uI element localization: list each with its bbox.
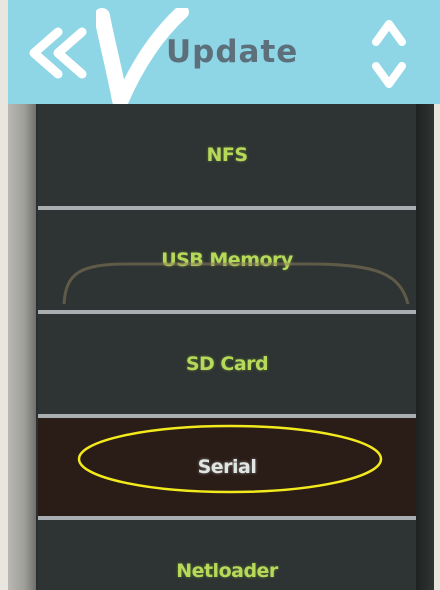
menu-item-sd-card[interactable]: SD Card bbox=[38, 314, 416, 418]
device-bezel-right bbox=[416, 104, 434, 590]
menu-item-usb-memory[interactable]: USB Memory bbox=[38, 210, 416, 314]
update-source-menu: NFS USB Memory SD Card Serial Netloader bbox=[38, 104, 416, 590]
screen-area: NFS USB Memory SD Card Serial Netloader bbox=[8, 104, 434, 590]
menu-item-nfs[interactable]: NFS bbox=[38, 104, 416, 210]
device-photo-frame: Update NFS USB Memory SD Card Serial Net… bbox=[0, 0, 440, 590]
arrow-down-icon[interactable] bbox=[372, 60, 406, 90]
menu-item-label: NFS bbox=[206, 144, 248, 166]
menu-item-label: USB Memory bbox=[161, 249, 293, 271]
menu-item-serial[interactable]: Serial bbox=[38, 418, 416, 520]
device-bezel-left bbox=[8, 104, 36, 590]
menu-item-netloader[interactable]: Netloader bbox=[38, 520, 416, 590]
menu-item-label: Serial bbox=[197, 456, 257, 478]
page-title: Update bbox=[166, 34, 299, 70]
title-bar: Update bbox=[8, 0, 440, 104]
menu-item-label: Netloader bbox=[176, 560, 278, 582]
menu-item-label: SD Card bbox=[185, 353, 269, 375]
arrow-up-icon[interactable] bbox=[372, 18, 406, 48]
double-chevron-left-icon[interactable] bbox=[18, 26, 108, 80]
